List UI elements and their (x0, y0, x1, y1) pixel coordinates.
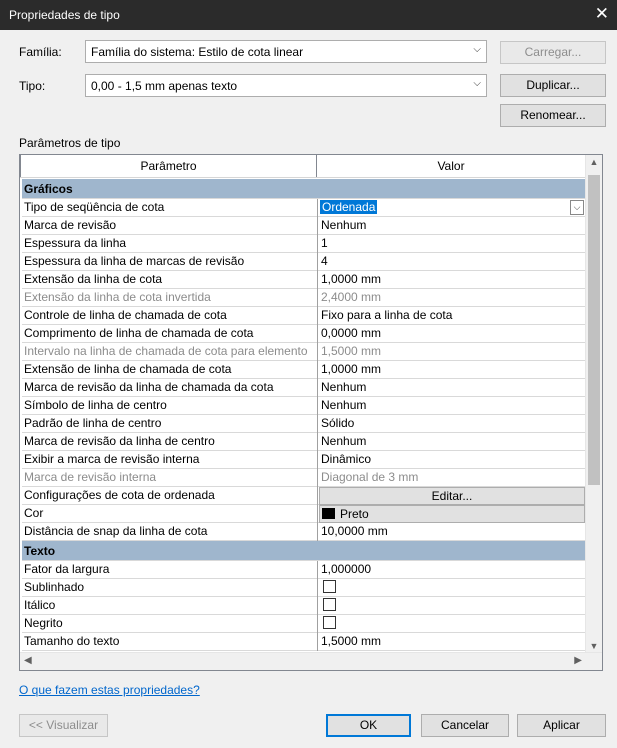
table-row[interactable]: Configurações de cota de ordenada Editar… (22, 487, 586, 505)
table-row[interactable]: Padrão de linha de centro Sólido (22, 415, 586, 433)
type-parameters-label: Parâmetros de tipo (19, 136, 121, 150)
horizontal-scrollbar[interactable]: ◀ ▶ (20, 652, 602, 670)
scroll-thumb[interactable] (588, 175, 600, 485)
chevron-down-icon: ⌵ (473, 78, 481, 89)
cancel-button[interactable]: Cancelar (421, 714, 509, 737)
edit-ordinate-button[interactable]: Editar... (319, 487, 585, 505)
scroll-down-icon[interactable]: ▼ (586, 641, 602, 651)
table-row[interactable]: Símbolo de linha de centro Nenhum (22, 397, 586, 415)
table-row[interactable]: Marca de revisão da linha de centro Nenhu… (22, 433, 586, 451)
close-icon[interactable]: ✕ (595, 5, 609, 23)
italic-checkbox[interactable] (323, 598, 336, 611)
table-row[interactable]: Marca de revisão Nenhum (22, 217, 586, 235)
column-header-value[interactable]: Valor (317, 155, 586, 177)
table-row[interactable]: Extensão de linha de chamada de cota 1,00… (22, 361, 586, 379)
scroll-up-icon[interactable]: ▲ (586, 157, 602, 167)
type-label: Tipo: (19, 79, 46, 93)
family-label: Família: (19, 45, 62, 59)
preview-button[interactable]: << Visualizar (19, 714, 108, 737)
table-row: Intervalo na linha de chamada de cota pa… (22, 343, 586, 361)
table-row[interactable]: Fator da largura 1,000000 (22, 561, 586, 579)
table-row[interactable]: Comprimento de linha de chamada de cota 0… (22, 325, 586, 343)
table-row: Extensão da linha de cota invertida 2,400… (22, 289, 586, 307)
title-bar: Propriedades de tipo ✕ (0, 0, 617, 30)
family-select[interactable]: Família do sistema: Estilo de cota linea… (85, 40, 487, 63)
type-value: 0,00 - 1,5 mm apenas texto (91, 79, 238, 93)
rename-button[interactable]: Renomear... (500, 104, 606, 127)
table-row[interactable]: Marca de revisão da linha de chamada da … (22, 379, 586, 397)
table-row[interactable]: Tipo de seqüência de cota Ordenada ⌵ (22, 199, 586, 217)
table-row[interactable]: Negrito (22, 615, 586, 633)
parameters-grid: Parâmetro Valor Gráficos Tipo de seqüênc… (19, 154, 603, 671)
table-row[interactable]: Itálico (22, 597, 586, 615)
ok-button[interactable]: OK (326, 714, 411, 737)
table-row[interactable]: Exibir a marca de revisão interna Dinâmic… (22, 451, 586, 469)
color-swatch (322, 508, 335, 519)
vertical-scrollbar[interactable]: ▲ ▼ (585, 155, 602, 653)
chevron-down-icon[interactable]: ⌵ (570, 200, 584, 215)
table-row[interactable]: Cor Preto (22, 505, 586, 523)
apply-button[interactable]: Aplicar (517, 714, 606, 737)
chevron-down-icon: ⌵ (473, 44, 481, 55)
scroll-left-icon[interactable]: ◀ (24, 655, 32, 666)
table-row[interactable]: Sublinhado (22, 579, 586, 597)
underline-checkbox[interactable] (323, 580, 336, 593)
selected-value: Ordenada (320, 200, 378, 214)
window-title: Propriedades de tipo (9, 8, 120, 22)
color-button[interactable]: Preto (319, 505, 585, 523)
group-graphics[interactable]: Gráficos (22, 179, 586, 199)
family-value: Família do sistema: Estilo de cota linea… (91, 45, 304, 59)
group-text[interactable]: Texto (22, 541, 586, 561)
table-row[interactable]: Tamanho do texto 1,5000 mm (22, 633, 586, 651)
table-row[interactable]: Controle de linha de chamada de cota Fixo… (22, 307, 586, 325)
duplicate-button[interactable]: Duplicar... (500, 74, 606, 97)
help-link[interactable]: O que fazem estas propriedades? (19, 683, 200, 697)
table-row[interactable]: Espessura da linha de marcas de revisão 4 (22, 253, 586, 271)
grid-header: Parâmetro Valor (20, 155, 586, 178)
table-row[interactable]: Extensão da linha de cota 1,0000 mm (22, 271, 586, 289)
table-row: Marca de revisão interna Diagonal de 3 mm (22, 469, 586, 487)
type-select[interactable]: 0,00 - 1,5 mm apenas texto ⌵ (85, 74, 487, 97)
column-header-parameter[interactable]: Parâmetro (20, 155, 317, 177)
table-row[interactable]: Distância de snap da linha de cota 10,000… (22, 523, 586, 541)
load-button[interactable]: Carregar... (500, 41, 606, 64)
bold-checkbox[interactable] (323, 616, 336, 629)
table-row[interactable]: Espessura da linha 1 (22, 235, 586, 253)
scroll-right-icon[interactable]: ▶ (574, 655, 582, 666)
